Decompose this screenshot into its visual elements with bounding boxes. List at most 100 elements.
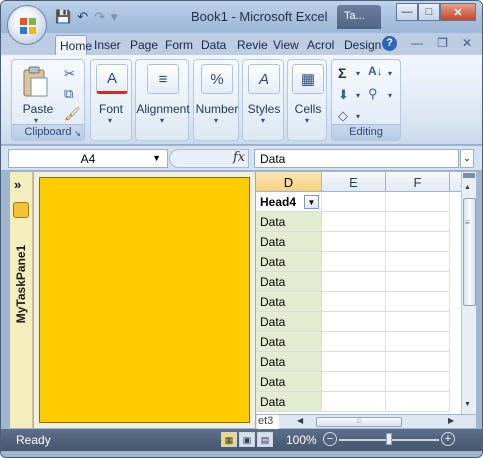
grid-cell[interactable]	[322, 372, 386, 392]
scroll-up-icon[interactable]: ▲	[464, 184, 471, 191]
zoom-slider-thumb[interactable]	[386, 433, 392, 445]
grid-cell[interactable]	[386, 232, 450, 252]
vertical-scroll-thumb[interactable]	[463, 198, 476, 306]
data-cell[interactable]: Data	[256, 372, 322, 392]
data-cell[interactable]: Data	[256, 332, 322, 352]
grid-cell[interactable]	[386, 212, 450, 232]
name-box-dropdown-icon[interactable]: ▼	[152, 153, 161, 163]
tab-page-layout[interactable]: Page	[130, 35, 158, 55]
save-icon[interactable]: 💾	[55, 9, 71, 25]
tab-formulas[interactable]: Form	[165, 35, 193, 55]
grid-cell[interactable]	[386, 272, 450, 292]
customize-qat-icon[interactable]: ▾	[111, 9, 118, 25]
clear-dropdown-icon[interactable]: ▾	[356, 112, 360, 121]
fill-icon[interactable]: ⬇	[338, 87, 349, 103]
cut-icon[interactable]: ✂	[64, 66, 75, 82]
office-button[interactable]	[7, 5, 47, 45]
minimize-button[interactable]: —	[396, 3, 418, 21]
font-button[interactable]: Font	[91, 102, 131, 116]
grid-cell[interactable]	[322, 192, 386, 212]
grid-cell[interactable]	[322, 232, 386, 252]
insert-function-icon[interactable]: fx	[233, 150, 245, 165]
tab-review[interactable]: Revie	[237, 35, 268, 55]
formula-input[interactable]: Data	[254, 149, 459, 168]
alignment-dropdown-icon[interactable]: ▾	[160, 116, 164, 125]
scroll-right-icon[interactable]: ▶	[448, 416, 454, 425]
filter-dropdown-icon[interactable]: ▼	[304, 195, 319, 209]
grid-cell[interactable]	[386, 332, 450, 352]
page-break-view-icon[interactable]: ▤	[257, 432, 273, 447]
grid-cell[interactable]	[386, 292, 450, 312]
grid-cell[interactable]	[322, 292, 386, 312]
horizontal-scroll-thumb[interactable]: ⁞⁞⁞	[316, 417, 402, 427]
task-pane-content-panel[interactable]	[39, 177, 250, 423]
data-cell[interactable]: Data	[256, 252, 322, 272]
paste-button[interactable]: Paste	[18, 102, 58, 116]
copy-icon[interactable]: ⧉	[64, 86, 73, 102]
number-format-icon[interactable]: %	[201, 64, 233, 94]
styles-dropdown-icon[interactable]: ▾	[261, 116, 265, 125]
zoom-out-icon[interactable]: −	[323, 432, 337, 446]
find-dropdown-icon[interactable]: ▾	[388, 91, 392, 100]
taskbar-chip[interactable]: Ta...	[337, 5, 381, 29]
redo-icon[interactable]: ↷	[94, 9, 105, 25]
tab-insert[interactable]: Inser	[94, 35, 121, 55]
column-header-next[interactable]	[450, 172, 461, 192]
tab-design[interactable]: Design	[344, 35, 381, 55]
ribbon-minimize-icon[interactable]: —	[411, 36, 423, 51]
page-layout-view-icon[interactable]: ▣	[239, 432, 255, 447]
data-cell[interactable]: Data	[256, 212, 322, 232]
ribbon-restore-icon[interactable]: ❐	[437, 36, 448, 51]
autosum-dropdown-icon[interactable]: ▾	[356, 69, 360, 78]
cells-icon[interactable]: ▦	[292, 64, 324, 94]
data-cell[interactable]: Data	[256, 272, 322, 292]
number-dropdown-icon[interactable]: ▾	[214, 116, 218, 125]
tab-view[interactable]: View	[273, 35, 299, 55]
find-select-icon[interactable]: ⚲	[368, 86, 378, 102]
sort-dropdown-icon[interactable]: ▾	[388, 69, 392, 78]
name-box[interactable]: A4 ▼	[8, 149, 168, 168]
grid-cell[interactable]	[386, 372, 450, 392]
scroll-left-icon[interactable]: ◀	[297, 416, 303, 425]
cells-dropdown-icon[interactable]: ▾	[305, 116, 309, 125]
column-header-d[interactable]: D	[256, 172, 322, 192]
zoom-level[interactable]: 100%	[286, 433, 317, 447]
grid-cell[interactable]	[386, 352, 450, 372]
font-dropdown-icon[interactable]: ▾	[108, 116, 112, 125]
grid-cell[interactable]	[386, 312, 450, 332]
grid-cell[interactable]	[322, 392, 386, 412]
normal-view-icon[interactable]: ▦	[221, 432, 237, 447]
grid-cell[interactable]	[322, 352, 386, 372]
data-cell[interactable]: Data	[256, 292, 322, 312]
clear-icon[interactable]: ◇	[338, 108, 348, 124]
data-cell[interactable]: Data	[256, 312, 322, 332]
number-button[interactable]: Number	[194, 102, 240, 116]
dialog-launcher-icon[interactable]: ↘	[74, 129, 81, 138]
font-color-icon[interactable]: A	[96, 64, 128, 94]
collapse-pane-icon[interactable]: »	[14, 177, 21, 192]
grid-cell[interactable]	[322, 332, 386, 352]
styles-button[interactable]: Styles	[243, 102, 285, 116]
grid-cell[interactable]	[322, 312, 386, 332]
grid-cell[interactable]	[386, 252, 450, 272]
alignment-icon[interactable]: ≡	[147, 64, 179, 94]
grid-cell[interactable]	[322, 272, 386, 292]
grid-cell[interactable]	[322, 212, 386, 232]
close-button[interactable]: ✕	[440, 3, 476, 21]
format-painter-icon[interactable]: 🖌	[64, 106, 81, 122]
column-header-f[interactable]: F	[386, 172, 450, 192]
fill-dropdown-icon[interactable]: ▾	[356, 91, 360, 100]
cells-button[interactable]: Cells	[288, 102, 328, 116]
data-cell[interactable]: Data	[256, 392, 322, 412]
alignment-button[interactable]: Alignment	[136, 102, 190, 116]
help-icon[interactable]: ?	[382, 36, 398, 51]
maximize-button[interactable]: □	[418, 3, 440, 21]
column-header-e[interactable]: E	[322, 172, 386, 192]
styles-icon[interactable]: A	[248, 64, 280, 94]
scroll-down-icon[interactable]: ▼	[464, 401, 471, 408]
zoom-in-icon[interactable]: +	[441, 432, 455, 446]
grid-cell[interactable]	[386, 192, 450, 212]
expand-formula-bar-icon[interactable]: ⌄	[460, 149, 474, 168]
paste-icon[interactable]	[22, 66, 48, 98]
undo-icon[interactable]: ↶	[77, 9, 88, 25]
